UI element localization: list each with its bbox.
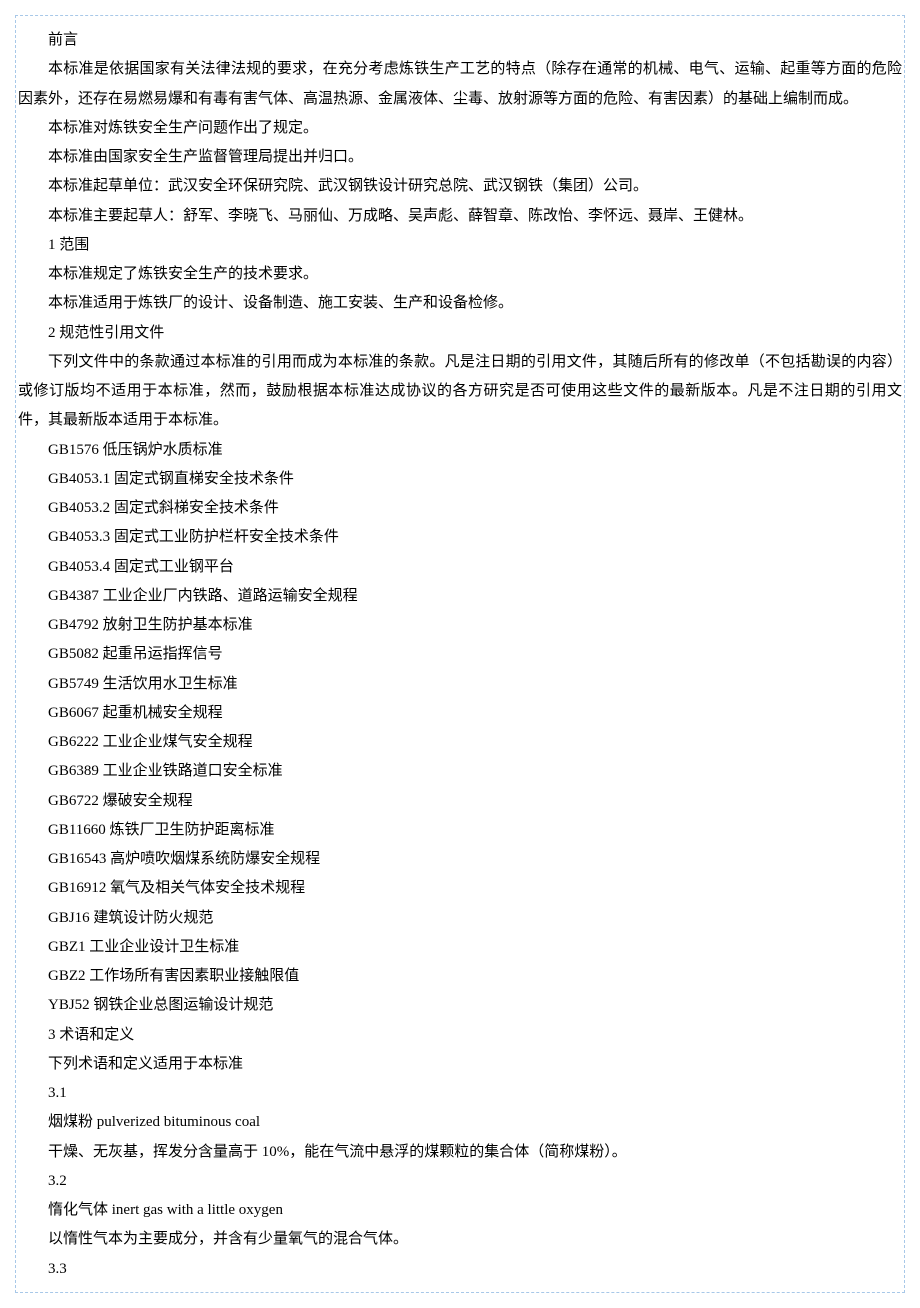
reference-item: GB4792 放射卫生防护基本标准: [18, 611, 902, 640]
section-2-heading: 2 规范性引用文件: [18, 319, 902, 348]
preface-p5: 本标准主要起草人：舒军、李晓飞、马丽仙、万成略、吴声彪、薛智章、陈改怡、李怀远、…: [18, 202, 902, 231]
reference-item: GB6722 爆破安全规程: [18, 787, 902, 816]
term-3-2-number: 3.2: [18, 1167, 902, 1196]
term-3-2-definition: 以惰性气本为主要成分，并含有少量氧气的混合气体。: [18, 1225, 902, 1254]
reference-item: GB6067 起重机械安全规程: [18, 699, 902, 728]
term-3-1-number: 3.1: [18, 1079, 902, 1108]
preface-title: 前言: [18, 26, 902, 55]
term-3-1-name: 烟煤粉 pulverized bituminous coal: [18, 1108, 902, 1137]
preface-p4: 本标准起草单位：武汉安全环保研究院、武汉钢铁设计研究总院、武汉钢铁（集团）公司。: [18, 172, 902, 201]
reference-item: GB16543 高炉喷吹烟煤系统防爆安全规程: [18, 845, 902, 874]
section-3-intro: 下列术语和定义适用于本标准: [18, 1050, 902, 1079]
section-1-p2: 本标准适用于炼铁厂的设计、设备制造、施工安装、生产和设备检修。: [18, 289, 902, 318]
reference-item: GBZ2 工作场所有害因素职业接触限值: [18, 962, 902, 991]
reference-item: GB16912 氧气及相关气体安全技术规程: [18, 874, 902, 903]
preface-p3: 本标准由国家安全生产监督管理局提出并归口。: [18, 143, 902, 172]
reference-item: GB6222 工业企业煤气安全规程: [18, 728, 902, 757]
reference-item: GB4053.3 固定式工业防护栏杆安全技术条件: [18, 523, 902, 552]
section-2-intro: 下列文件中的条款通过本标准的引用而成为本标准的条款。凡是注日期的引用文件，其随后…: [18, 348, 902, 436]
reference-item: GBJ16 建筑设计防火规范: [18, 904, 902, 933]
preface-p1: 本标准是依据国家有关法律法规的要求，在充分考虑炼铁生产工艺的特点（除存在通常的机…: [18, 55, 902, 114]
reference-item: GB4387 工业企业厂内铁路、道路运输安全规程: [18, 582, 902, 611]
reference-item: GB1576 低压锅炉水质标准: [18, 436, 902, 465]
reference-item: GB4053.4 固定式工业钢平台: [18, 553, 902, 582]
reference-item: GB4053.2 固定式斜梯安全技术条件: [18, 494, 902, 523]
section-1-heading: 1 范围: [18, 231, 902, 260]
term-3-2-name: 惰化气体 inert gas with a little oxygen: [18, 1196, 902, 1225]
term-3-3-number: 3.3: [18, 1255, 902, 1284]
section-3-heading: 3 术语和定义: [18, 1021, 902, 1050]
document-container: 前言 本标准是依据国家有关法律法规的要求，在充分考虑炼铁生产工艺的特点（除存在通…: [15, 15, 905, 1293]
term-3-1-definition: 干燥、无灰基，挥发分含量高于 10%，能在气流中悬浮的煤颗粒的集合体（简称煤粉）…: [18, 1138, 902, 1167]
reference-item: YBJ52 钢铁企业总图运输设计规范: [18, 991, 902, 1020]
reference-item: GB5749 生活饮用水卫生标准: [18, 670, 902, 699]
reference-item: GB11660 炼铁厂卫生防护距离标准: [18, 816, 902, 845]
section-1-p1: 本标准规定了炼铁安全生产的技术要求。: [18, 260, 902, 289]
reference-item: GBZ1 工业企业设计卫生标准: [18, 933, 902, 962]
preface-p2: 本标准对炼铁安全生产问题作出了规定。: [18, 114, 902, 143]
reference-item: GB5082 起重吊运指挥信号: [18, 640, 902, 669]
reference-item: GB6389 工业企业铁路道口安全标准: [18, 757, 902, 786]
reference-item: GB4053.1 固定式钢直梯安全技术条件: [18, 465, 902, 494]
